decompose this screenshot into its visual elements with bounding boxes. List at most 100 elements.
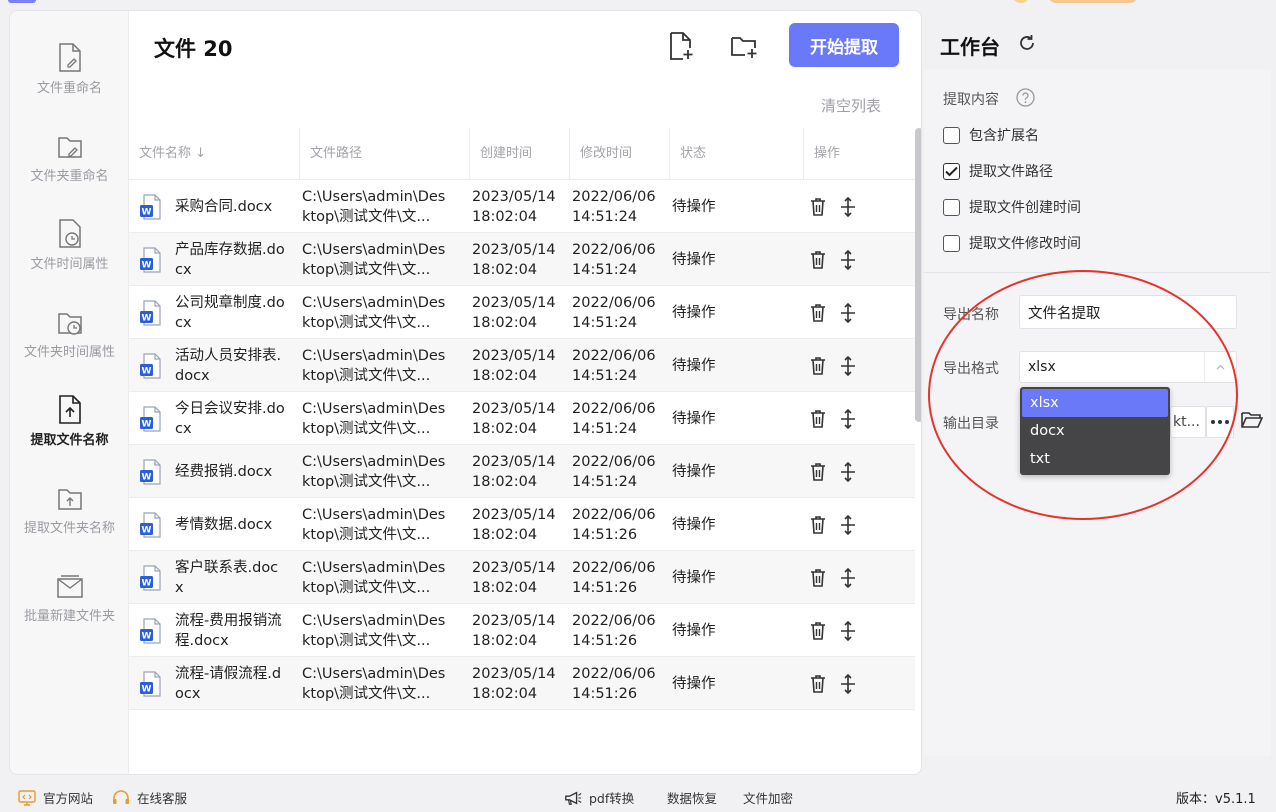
svg-text:W: W xyxy=(142,472,152,482)
delete-icon[interactable] xyxy=(809,303,827,323)
sidebar-item-extract-file-name[interactable]: 提取文件名称 xyxy=(10,395,129,475)
delete-icon[interactable] xyxy=(809,674,827,694)
official-website-link[interactable]: 官方网站 xyxy=(18,788,93,807)
drag-move-icon[interactable] xyxy=(839,514,857,535)
created-time-cell: 2023/05/14 18:02:04 xyxy=(472,286,568,339)
table-row[interactable]: W 活动人员安排表.docx C:\Users\admin\Desktop\测试文件… xyxy=(129,339,915,392)
export-name-input[interactable] xyxy=(1019,295,1237,329)
clear-list-button[interactable]: 清空列表 xyxy=(821,95,881,116)
word-file-icon: W xyxy=(140,617,161,644)
chevron-up-icon[interactable] xyxy=(1204,352,1236,382)
sidebar-item-folder-time[interactable]: 文件夹时间属性 xyxy=(10,307,129,387)
drag-move-icon[interactable] xyxy=(839,408,857,429)
drag-move-icon[interactable] xyxy=(839,567,857,588)
refresh-icon[interactable] xyxy=(1017,33,1037,53)
checkbox-extract-path[interactable] xyxy=(943,162,960,180)
sidebar-item-batch-folder[interactable]: 批量新建文件夹 xyxy=(10,571,129,651)
start-extract-button[interactable]: 开始提取 xyxy=(789,23,899,67)
delete-icon[interactable] xyxy=(809,568,827,588)
delete-icon[interactable] xyxy=(809,197,827,217)
table-row[interactable]: W 流程-请假流程.docx C:\Users\admin\Desktop\测试文件… xyxy=(129,657,915,710)
delete-icon[interactable] xyxy=(809,356,827,376)
word-file-icon: W xyxy=(140,405,161,432)
output-dir-field[interactable]: kt... xyxy=(1170,406,1206,438)
table-row[interactable]: W 公司规章制度.docx C:\Users\admin\Desktop\测试文件\… xyxy=(129,286,915,339)
table-row[interactable]: W 今日会议安排.docx C:\Users\admin\Desktop\测试文件\… xyxy=(129,392,915,445)
top-avatar-chip[interactable] xyxy=(1012,0,1030,3)
online-support-link[interactable]: 在线客服 xyxy=(112,788,187,807)
created-time-cell: 2023/05/14 18:02:04 xyxy=(472,657,568,710)
sidebar-item-folder-rename[interactable]: 文件夹重命名 xyxy=(10,131,129,211)
table-scrollbar[interactable] xyxy=(915,128,921,774)
delete-icon[interactable] xyxy=(809,621,827,641)
checkbox-extract-ctime[interactable] xyxy=(943,198,960,216)
drag-move-icon[interactable] xyxy=(839,196,857,217)
delete-icon[interactable] xyxy=(809,462,827,482)
column-header-name[interactable]: 文件名称 ↓ xyxy=(129,128,299,180)
delete-icon[interactable] xyxy=(809,409,827,429)
table-row[interactable]: W 采购合同.docx C:\Users\admin\Desktop\测试文件\文.… xyxy=(129,180,915,233)
data-recovery-link[interactable]: 数据恢复 xyxy=(667,788,717,807)
more-options-button[interactable] xyxy=(1206,406,1234,438)
format-option-docx[interactable]: docx xyxy=(1022,417,1168,445)
drag-move-icon[interactable] xyxy=(839,673,857,694)
footer-bar: 官方网站 在线客服 pdf转换 数据恢复 文件加密 版本：v5.1.1 xyxy=(0,778,1276,812)
created-date: 2023/05/14 xyxy=(472,241,556,258)
sidebar-item-file-time[interactable]: 文件时间属性 xyxy=(10,219,129,299)
modified-clock: 14:51:24 xyxy=(572,473,638,490)
file-extract-icon xyxy=(58,395,81,424)
file-name: 采购合同.docx xyxy=(175,198,273,215)
sidebar-item-extract-folder-name[interactable]: 提取文件夹名称 xyxy=(10,483,129,563)
drag-move-icon[interactable] xyxy=(839,302,857,323)
output-dir-label: 输出目录 xyxy=(943,416,999,432)
checkbox-include-extension[interactable] xyxy=(943,126,960,144)
add-file-icon[interactable] xyxy=(667,31,695,61)
open-folder-icon[interactable] xyxy=(1241,410,1263,430)
option-include-extension[interactable]: 包含扩展名 xyxy=(943,125,1039,145)
status-text: 待操作 xyxy=(672,675,716,692)
export-format-select[interactable]: xlsx xyxy=(1019,351,1237,383)
option-extract-mtime[interactable]: 提取文件修改时间 xyxy=(943,233,1081,253)
add-folder-icon[interactable] xyxy=(730,31,758,61)
table-row[interactable]: W 流程-费用报销流程.docx C:\Users\admin\Desktop\测试… xyxy=(129,604,915,657)
file-name-cell: W 采购合同.docx xyxy=(139,180,299,233)
top-promo-chip[interactable] xyxy=(1048,0,1138,3)
status-text: 待操作 xyxy=(672,357,716,374)
modified-date: 2022/06/06 xyxy=(572,347,656,364)
help-icon[interactable] xyxy=(1016,88,1035,107)
delete-icon[interactable] xyxy=(809,250,827,270)
megaphone-icon xyxy=(565,791,582,805)
option-extract-path[interactable]: 提取文件路径 xyxy=(943,161,1053,181)
sidebar-item-label: 提取文件名称 xyxy=(30,433,109,448)
drag-move-icon[interactable] xyxy=(839,355,857,376)
format-option-txt[interactable]: txt xyxy=(1022,445,1168,473)
table-row[interactable]: W 客户联系表.docx C:\Users\admin\Desktop\测试文件\文… xyxy=(129,551,915,604)
format-option-xlsx[interactable]: xlsx xyxy=(1022,389,1168,417)
sidebar-item-file-rename[interactable]: 文件重命名 xyxy=(10,43,129,123)
sidebar-item-label: 文件夹时间属性 xyxy=(23,345,115,360)
drag-move-icon[interactable] xyxy=(839,620,857,641)
option-extract-ctime[interactable]: 提取文件创建时间 xyxy=(943,197,1081,217)
file-name-cell: W 流程-请假流程.docx xyxy=(139,657,299,710)
delete-icon[interactable] xyxy=(809,515,827,535)
svg-text:W: W xyxy=(142,260,152,270)
file-name-cell: W 考情数据.docx xyxy=(139,498,299,551)
sort-arrow-icon[interactable]: ↓ xyxy=(195,146,206,161)
pdf-convert-link[interactable]: pdf转换 xyxy=(564,788,634,807)
created-time-cell: 2023/05/14 18:02:04 xyxy=(472,233,568,286)
row-actions xyxy=(809,551,869,604)
drag-move-icon[interactable] xyxy=(839,249,857,270)
table-row[interactable]: W 考情数据.docx C:\Users\admin\Desktop\测试文件\文.… xyxy=(129,498,915,551)
file-path: C:\Users\admin\Desktop\测试文件\文... xyxy=(302,612,446,649)
created-clock: 18:02:04 xyxy=(472,420,538,437)
modified-time-cell: 2022/06/06 14:51:24 xyxy=(572,445,668,498)
table-row[interactable]: W 产品库存数据.docx C:\Users\admin\Desktop\测试文件\… xyxy=(129,233,915,286)
format-dropdown-menu: xlsx docx txt xyxy=(1020,387,1170,475)
checkbox-extract-mtime[interactable] xyxy=(943,234,960,252)
created-clock: 18:02:04 xyxy=(472,261,538,278)
row-actions xyxy=(809,233,869,286)
file-encrypt-link[interactable]: 文件加密 xyxy=(743,788,793,807)
table-row[interactable]: W 经费报销.docx C:\Users\admin\Desktop\测试文件\文.… xyxy=(129,445,915,498)
scrollbar-thumb[interactable] xyxy=(915,128,921,422)
drag-move-icon[interactable] xyxy=(839,461,857,482)
